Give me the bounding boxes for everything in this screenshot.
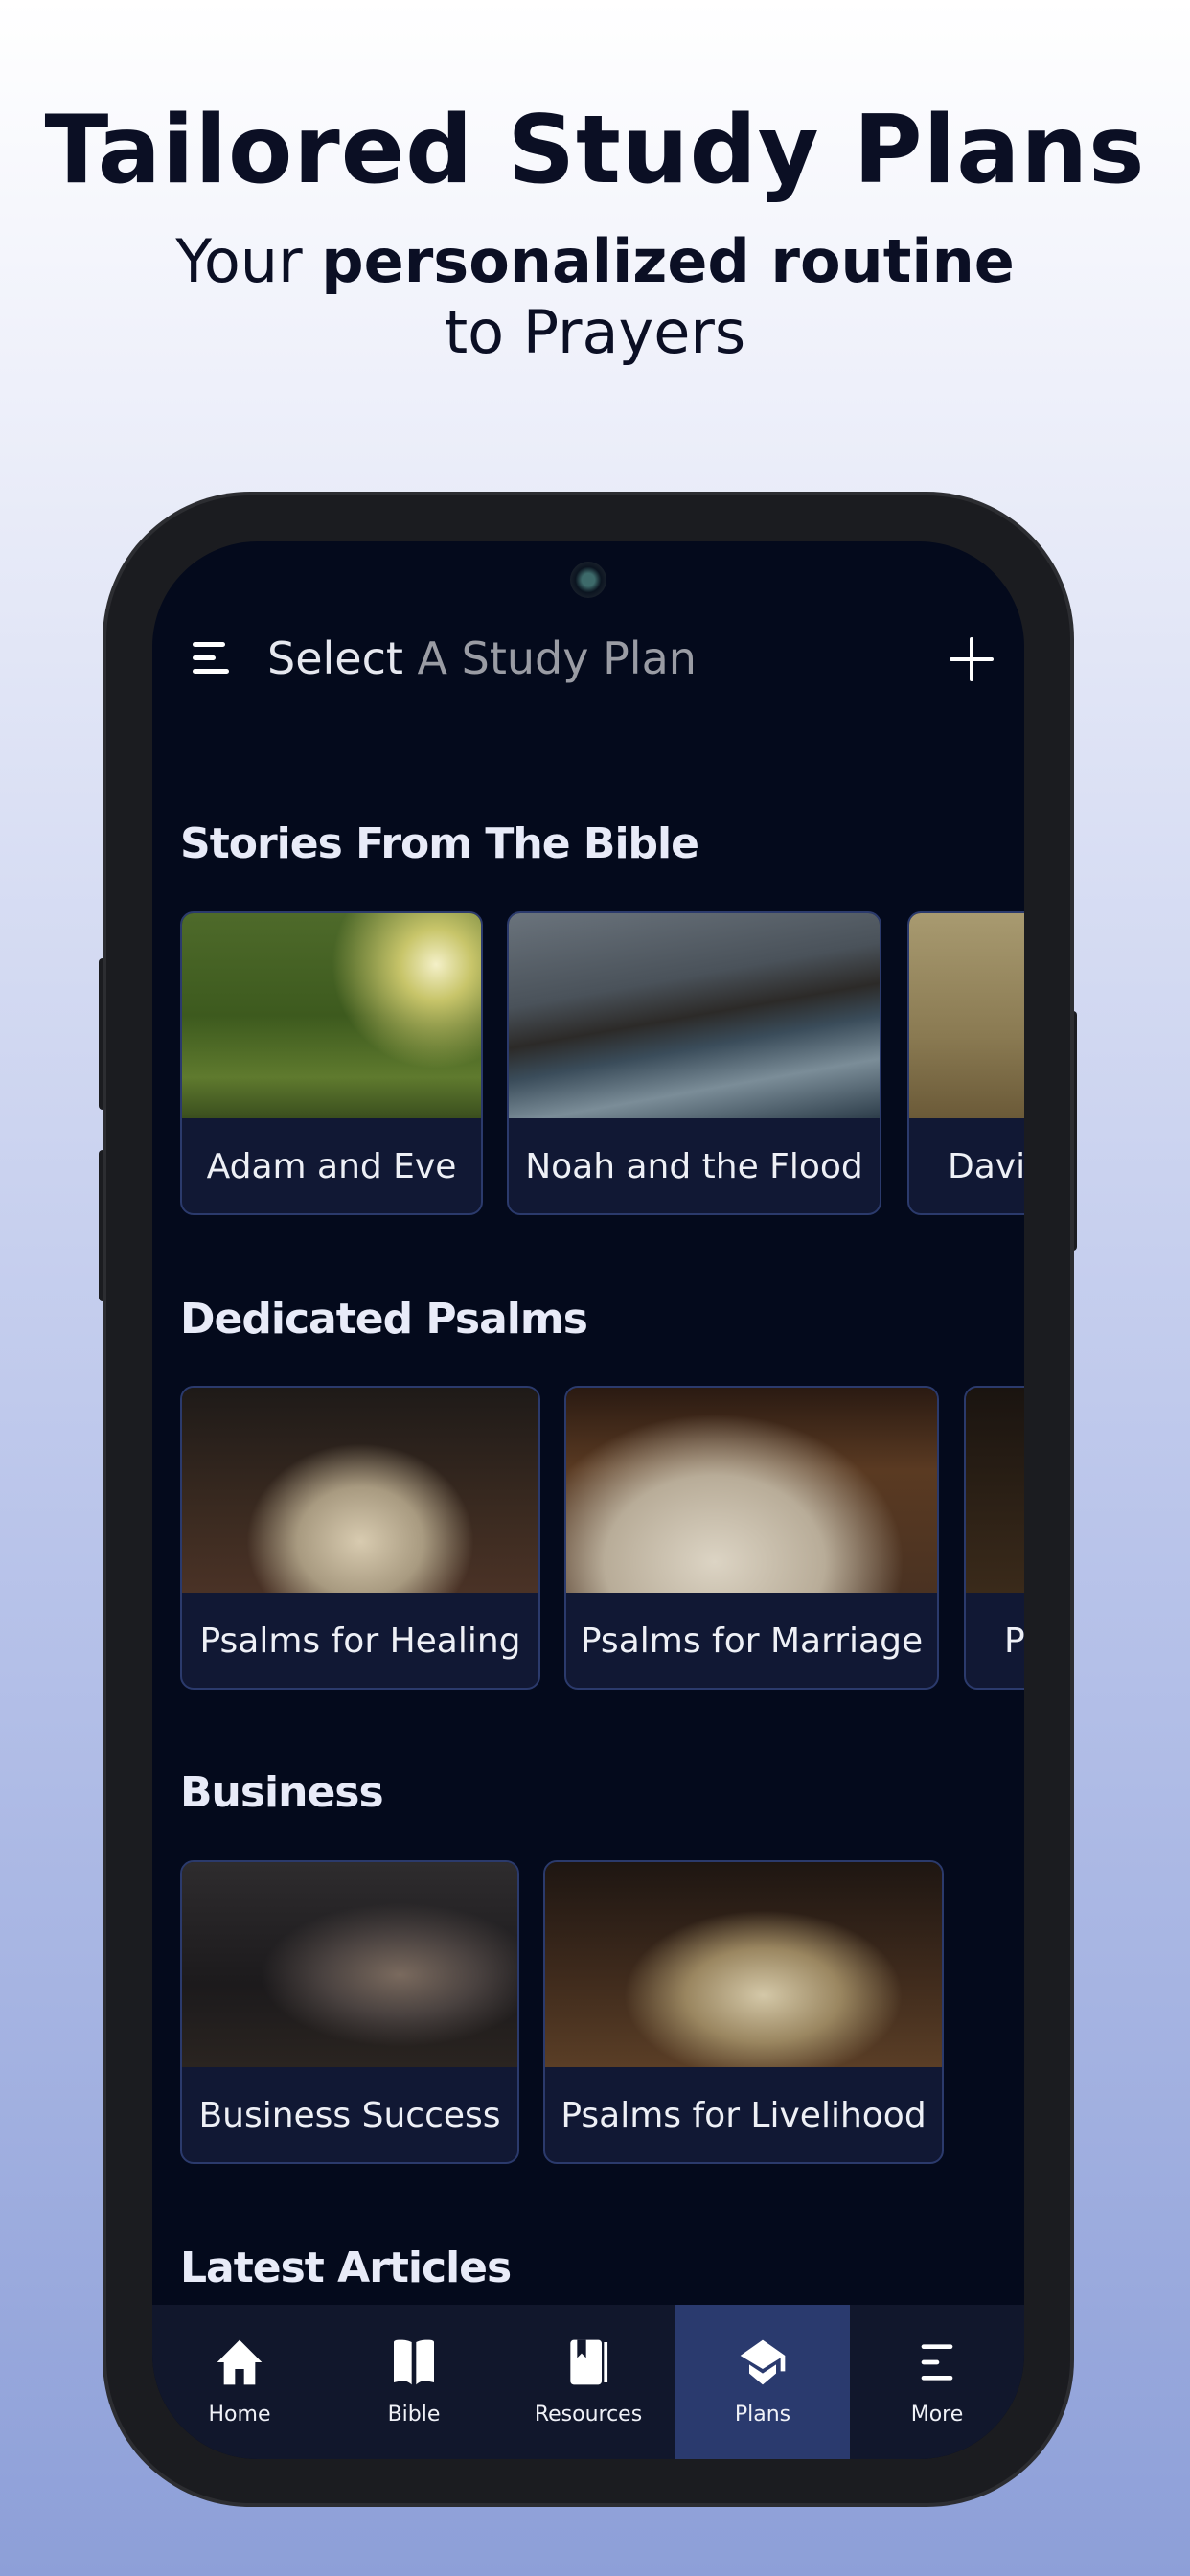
nav-resources[interactable]: Resources <box>501 2305 675 2459</box>
card-image <box>182 1862 517 2067</box>
card-label: David <box>948 1147 1024 1186</box>
plan-card[interactable]: Noah and the Flood <box>507 911 881 1215</box>
card-label: Adam and Eve <box>206 1147 457 1186</box>
nav-label: Bible <box>387 2403 441 2426</box>
nav-home[interactable]: Home <box>152 2305 327 2459</box>
home-icon <box>217 2339 263 2385</box>
nav-label: More <box>910 2403 964 2426</box>
bible-icon <box>394 2339 434 2385</box>
nav-label: Home <box>208 2403 271 2426</box>
camera-icon <box>570 562 606 598</box>
hero-subtitle: Your personalized routine to Prayers <box>0 226 1190 368</box>
section-title: Latest Articles <box>180 2243 512 2292</box>
hero-title: Tailored Study Plans <box>44 96 1146 205</box>
title-rest: A Study Plan <box>402 632 697 684</box>
card-image <box>509 913 880 1118</box>
plan-card[interactable]: Adam and Eve <box>180 911 483 1215</box>
section-title: Dedicated Psalms <box>180 1295 588 1344</box>
plan-card[interactable]: David <box>907 911 1024 1215</box>
card-image <box>182 913 481 1118</box>
plan-card[interactable]: Psalms for Marriage <box>564 1386 939 1690</box>
plus-icon[interactable] <box>950 637 994 681</box>
card-image <box>566 1388 937 1593</box>
nav-label: Plans <box>734 2403 791 2426</box>
page-title: Select A Study Plan <box>267 632 697 684</box>
card-image <box>966 1388 1024 1593</box>
card-label: Psalms for Livelihood <box>561 2096 927 2135</box>
plan-card[interactable]: Psalms <box>964 1386 1024 1690</box>
bottom-nav: Home Bible Resources Plans More <box>152 2305 1024 2459</box>
nav-more[interactable]: More <box>850 2305 1024 2459</box>
hamburger-icon[interactable] <box>193 642 229 675</box>
card-image <box>545 1862 942 2067</box>
card-label: Noah and the Flood <box>525 1147 863 1186</box>
plan-card[interactable]: Psalms for Livelihood <box>543 1860 944 2164</box>
plan-card[interactable]: Business Success <box>180 1860 519 2164</box>
card-image <box>909 913 1024 1118</box>
card-image <box>182 1388 538 1593</box>
subtitle-line2: to Prayers <box>444 297 746 367</box>
card-label: Psalms <box>1004 1622 1024 1661</box>
app-screen: Select A Study Plan Stories From The Bib… <box>152 541 1024 2459</box>
graduation-cap-icon <box>740 2339 786 2385</box>
nav-bible[interactable]: Bible <box>327 2305 501 2459</box>
section-title: Stories From The Bible <box>180 819 699 868</box>
book-icon <box>570 2339 608 2385</box>
nav-plans[interactable]: Plans <box>675 2305 850 2459</box>
nav-label: Resources <box>534 2403 643 2426</box>
menu-icon <box>921 2344 953 2380</box>
card-label: Psalms for Marriage <box>580 1622 924 1661</box>
card-label: Psalms for Healing <box>199 1622 521 1661</box>
subtitle-text: Your <box>175 226 322 296</box>
plan-card[interactable]: Psalms for Healing <box>180 1386 540 1690</box>
subtitle-bold: personalized routine <box>321 226 1015 296</box>
section-title: Business <box>180 1768 384 1817</box>
title-select: Select <box>267 632 403 684</box>
card-label: Business Success <box>198 2096 501 2135</box>
